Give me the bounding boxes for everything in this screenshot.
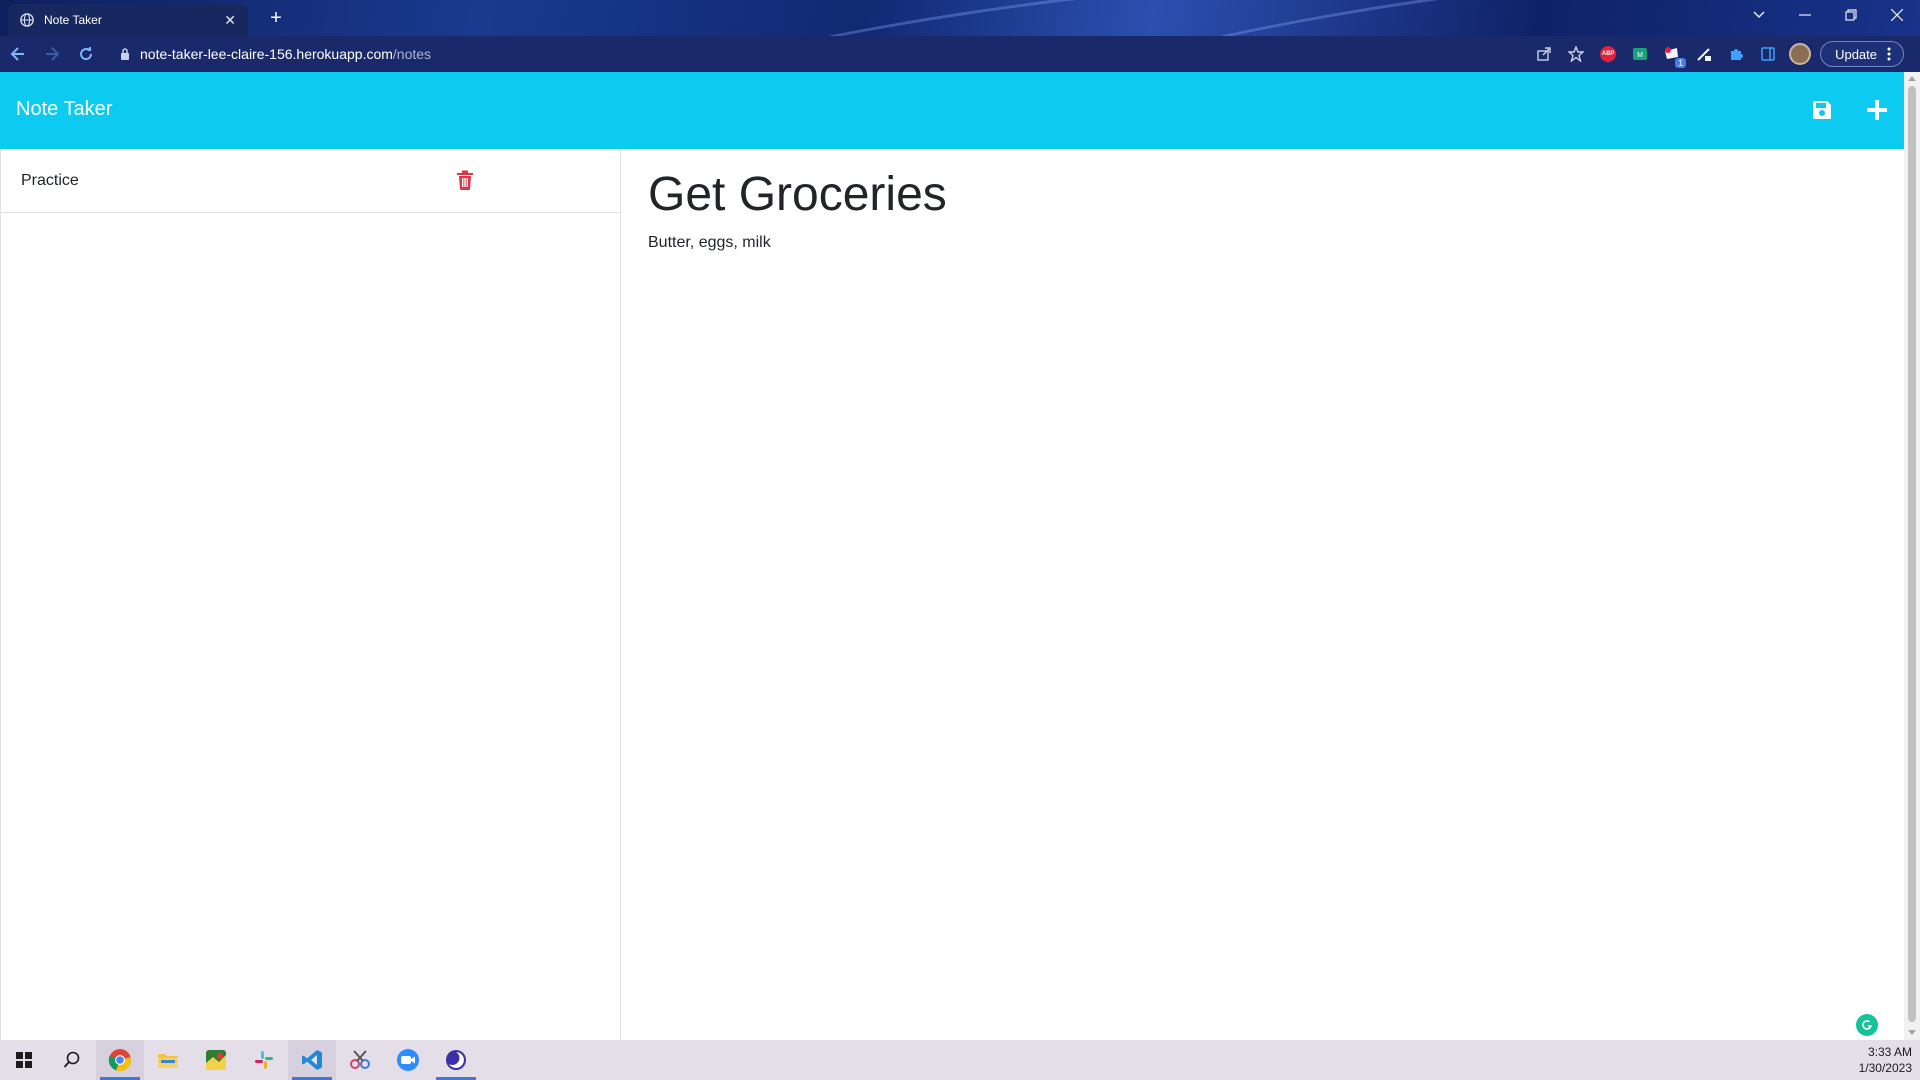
note-text-area[interactable]: Butter, eggs, milk <box>648 231 1888 1011</box>
clock-time: 3:33 AM <box>1867 1045 1912 1059</box>
note-editor: Butter, eggs, milk <box>622 149 1904 1040</box>
scroll-up-arrow[interactable] <box>1908 76 1916 81</box>
teal-extension-icon[interactable]: M <box>1628 42 1652 66</box>
file-explorer-icon[interactable] <box>144 1040 192 1080</box>
browser-tabbar: Note Taker ✕ + <box>0 0 1920 36</box>
app-brand[interactable]: Note Taker <box>16 98 112 121</box>
bookmark-star-icon[interactable] <box>1564 42 1588 66</box>
vscode-icon[interactable] <box>288 1040 336 1080</box>
app-icon[interactable] <box>432 1040 480 1080</box>
minimize-icon[interactable] <box>1782 0 1828 30</box>
restore-icon[interactable] <box>1828 0 1874 30</box>
search-icon[interactable] <box>48 1040 96 1080</box>
back-button[interactable] <box>2 38 34 70</box>
new-note-icon[interactable] <box>1863 96 1891 124</box>
page-scrollbar[interactable] <box>1904 72 1920 1040</box>
window-controls <box>1736 0 1920 30</box>
browser-tab[interactable]: Note Taker ✕ <box>8 4 248 36</box>
forward-button[interactable] <box>36 38 68 70</box>
scroll-down-arrow[interactable] <box>1908 1030 1916 1035</box>
windows-start-icon[interactable] <box>0 1040 48 1080</box>
app-navbar: Note Taker <box>0 72 1904 149</box>
side-panel-icon[interactable] <box>1756 42 1780 66</box>
slack-icon[interactable] <box>240 1040 288 1080</box>
grammarly-icon[interactable] <box>1856 1014 1878 1036</box>
chrome-icon[interactable] <box>96 1040 144 1080</box>
pen-extension-icon[interactable] <box>1692 42 1716 66</box>
note-title-input[interactable] <box>648 163 1848 225</box>
url-path: /notes <box>392 46 432 62</box>
share-icon[interactable] <box>1532 42 1556 66</box>
clock-date: 1/30/2023 <box>1858 1061 1912 1075</box>
browser-toolbar: note-taker-lee-claire-156.herokuapp.com /… <box>0 36 1920 72</box>
lock-icon <box>121 48 129 60</box>
update-label: Update <box>1835 46 1877 62</box>
scrollbar-thumb[interactable] <box>1908 86 1916 1022</box>
profile-avatar[interactable] <box>1788 42 1812 66</box>
new-tab-button[interactable]: + <box>262 4 290 32</box>
reload-button[interactable] <box>70 38 102 70</box>
maps-icon[interactable] <box>192 1040 240 1080</box>
system-clock[interactable]: 3:33 AM 1/30/2023 <box>1859 1044 1912 1076</box>
update-button[interactable]: Update <box>1820 41 1904 67</box>
url-host: note-taker-lee-claire-156.herokuapp.com <box>140 46 393 62</box>
puzzle-icon[interactable] <box>1724 42 1748 66</box>
close-window-icon[interactable] <box>1874 0 1920 30</box>
arrow-left-icon <box>10 47 24 61</box>
abp-label: ABP <box>1600 46 1617 62</box>
arrow-right-icon <box>46 47 60 61</box>
svg-text:M: M <box>1637 52 1643 59</box>
address-bar[interactable]: note-taker-lee-claire-156.herokuapp.com /… <box>108 40 1548 68</box>
reload-icon <box>80 47 93 61</box>
note-list: Practice <box>0 149 621 1040</box>
delete-note-icon[interactable] <box>456 170 474 190</box>
tab-title: Note Taker <box>44 13 102 27</box>
close-tab-icon[interactable]: ✕ <box>224 12 236 29</box>
tab-search-icon[interactable] <box>1736 0 1782 30</box>
zoom-icon[interactable] <box>384 1040 432 1080</box>
more-menu-icon <box>1887 47 1891 61</box>
list-item[interactable]: Practice <box>1 149 620 213</box>
snip-tool-icon[interactable] <box>336 1040 384 1080</box>
extension-badge: 1 <box>1675 58 1687 68</box>
taskbar: 3:33 AM 1/30/2023 <box>0 1040 1920 1080</box>
abp-icon[interactable]: ABP <box>1596 42 1620 66</box>
globe-icon <box>20 13 34 27</box>
extensions-row: ABP M 1 Update <box>1532 40 1904 68</box>
page: Note Taker Practice Butte <box>0 72 1904 1040</box>
badge-extension-icon[interactable]: 1 <box>1660 42 1687 68</box>
note-list-title: Practice <box>21 171 79 189</box>
save-note-icon[interactable] <box>1808 96 1836 124</box>
